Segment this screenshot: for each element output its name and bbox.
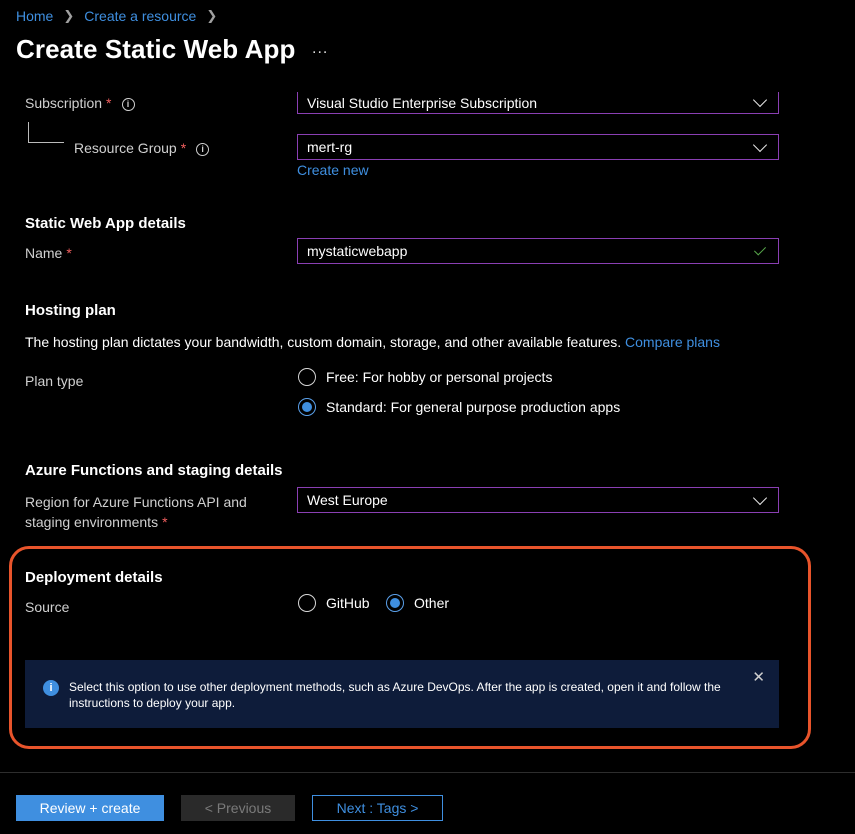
info-message-bar: i Select this option to use other deploy… xyxy=(25,660,779,728)
footer-divider xyxy=(0,772,855,773)
source-github-option[interactable]: GitHub xyxy=(298,594,370,612)
region-dropdown[interactable]: West Europe xyxy=(297,487,779,513)
name-label: Name * xyxy=(25,245,72,261)
hosting-heading: Hosting plan xyxy=(25,302,116,319)
source-other-option[interactable]: Other xyxy=(386,594,449,612)
more-options-icon[interactable]: ... xyxy=(312,40,328,58)
region-label: Region for Azure Functions API and stagi… xyxy=(25,492,247,532)
subscription-label-text: Subscription xyxy=(25,95,103,111)
breadcrumb-create-resource[interactable]: Create a resource xyxy=(84,8,196,24)
name-label-text: Name xyxy=(25,245,63,261)
chevron-down-icon xyxy=(752,490,768,505)
hosting-description-row: The hosting plan dictates your bandwidth… xyxy=(25,334,720,350)
deployment-heading: Deployment details xyxy=(25,569,163,586)
source-label: Source xyxy=(25,599,70,615)
info-icon[interactable]: i xyxy=(196,142,210,156)
info-message-text: Select this option to use other deployme… xyxy=(69,680,721,710)
tree-connector-horizontal xyxy=(28,142,64,143)
resource-group-value: mert-rg xyxy=(307,139,353,155)
radio-button-selected[interactable] xyxy=(386,594,404,612)
plan-standard-label: Standard: For general purpose production… xyxy=(326,399,621,415)
resource-group-dropdown[interactable]: mert-rg xyxy=(297,134,779,160)
chevron-right-icon: ❯ xyxy=(63,8,75,23)
subscription-dropdown[interactable]: Visual Studio Enterprise Subscription xyxy=(297,92,779,114)
plan-type-label: Plan type xyxy=(25,373,84,389)
close-icon[interactable]: ✕ xyxy=(752,670,765,686)
name-value: mystaticwebapp xyxy=(307,243,408,259)
radio-button[interactable] xyxy=(298,368,316,386)
page-title: Create Static Web App xyxy=(16,34,296,64)
resource-group-label: Resource Group * i xyxy=(74,140,210,156)
chevron-down-icon xyxy=(752,137,768,152)
source-other-label: Other xyxy=(414,595,450,611)
info-icon[interactable]: i xyxy=(121,97,135,111)
hosting-description: The hosting plan dictates your bandwidth… xyxy=(25,334,622,350)
info-icon: i xyxy=(43,680,59,696)
next-tags-button[interactable]: Next : Tags > xyxy=(312,795,443,821)
required-marker: * xyxy=(66,245,72,261)
required-marker: * xyxy=(180,140,187,156)
plan-free-label: Free: For hobby or personal projects xyxy=(326,369,553,385)
required-marker: * xyxy=(106,95,112,111)
chevron-right-icon: ❯ xyxy=(206,8,218,23)
functions-heading: Azure Functions and staging details xyxy=(25,462,283,479)
region-label-line1: Region for Azure Functions API and xyxy=(25,494,247,510)
create-new-link[interactable]: Create new xyxy=(297,162,369,178)
radio-button[interactable] xyxy=(298,594,316,612)
chevron-down-icon xyxy=(752,92,768,108)
previous-button[interactable]: < Previous xyxy=(181,795,295,821)
source-github-label: GitHub xyxy=(326,595,370,611)
details-heading: Static Web App details xyxy=(25,215,186,232)
review-create-button[interactable]: Review + create xyxy=(16,795,164,821)
radio-button-selected[interactable] xyxy=(298,398,316,416)
required-marker: * xyxy=(162,514,168,530)
plan-free-option[interactable]: Free: For hobby or personal projects xyxy=(298,368,552,386)
subscription-value: Visual Studio Enterprise Subscription xyxy=(307,94,538,111)
compare-plans-link[interactable]: Compare plans xyxy=(625,334,720,350)
breadcrumb: Home ❯ Create a resource ❯ xyxy=(16,8,227,24)
resource-group-label-text: Resource Group xyxy=(74,140,177,156)
region-value: West Europe xyxy=(307,492,388,508)
breadcrumb-home[interactable]: Home xyxy=(16,8,53,24)
name-input[interactable]: mystaticwebapp xyxy=(297,238,779,264)
region-label-line2: staging environments xyxy=(25,514,159,530)
subscription-label: Subscription * i xyxy=(25,95,135,111)
tree-connector-vertical xyxy=(28,122,29,142)
plan-standard-option[interactable]: Standard: For general purpose production… xyxy=(298,398,620,416)
